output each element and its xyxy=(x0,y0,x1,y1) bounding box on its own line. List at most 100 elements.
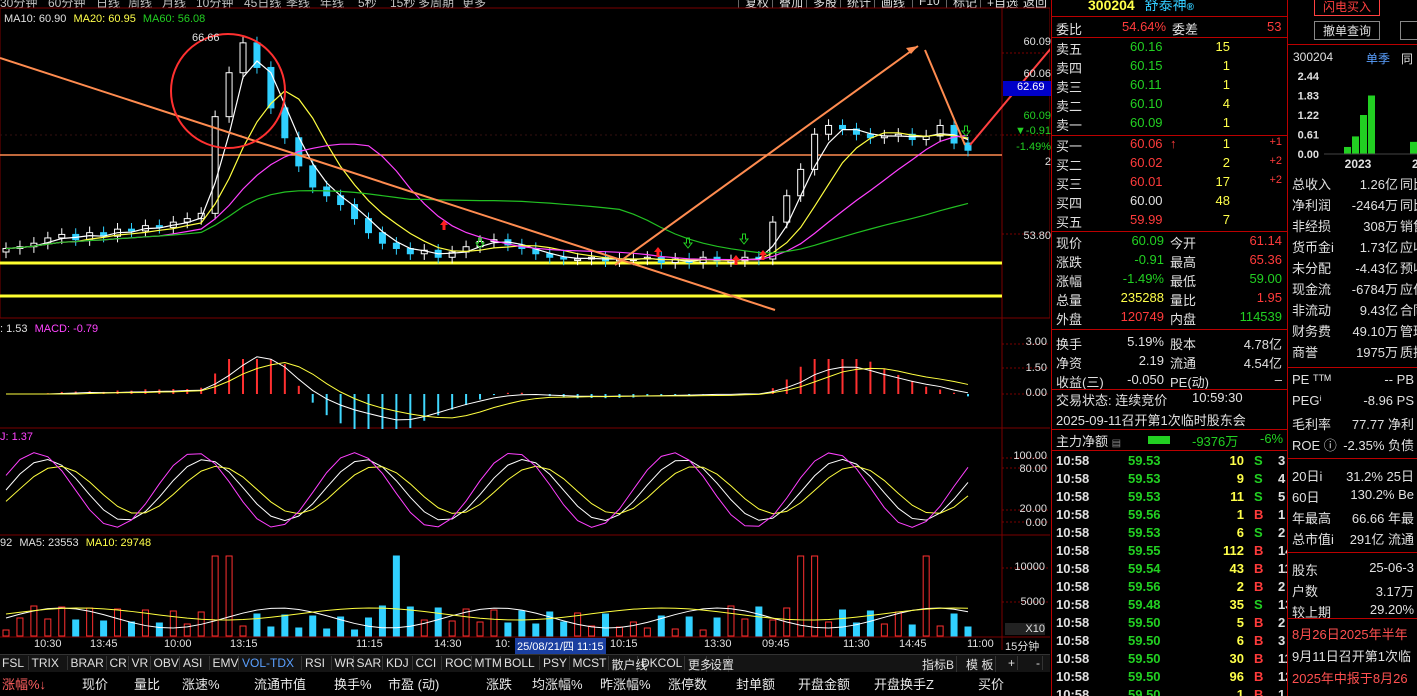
column-header-8[interactable]: 均涨幅% xyxy=(532,674,583,693)
ma60-line xyxy=(5,134,969,261)
indicator-tab-11[interactable]: SAR xyxy=(355,656,383,670)
drop-line xyxy=(924,49,966,146)
finance-y-label: 2.44 xyxy=(1298,71,1320,83)
news-item[interactable]: 9月11日召开第1次临 xyxy=(1292,646,1411,665)
weicha-label: 委差 xyxy=(1172,22,1199,37)
volume-bar xyxy=(727,605,735,637)
volume-bar xyxy=(183,623,191,637)
buy-row-2[interactable]: 买二 60.02 2 +2 xyxy=(1052,155,1284,174)
indicator-tab-2[interactable]: BRAR xyxy=(69,656,107,670)
tick-time: 10:58 xyxy=(1056,615,1090,630)
indicator-right-3[interactable]: - xyxy=(1034,656,1043,670)
time-axis-label: 09:45 xyxy=(762,638,790,650)
indicator-tab-3[interactable]: CR xyxy=(108,656,129,670)
indicator-tab-8[interactable]: VOL-TDX xyxy=(240,656,302,670)
indicator-tab-5[interactable]: OBV xyxy=(152,656,180,670)
indicator-tab-16[interactable]: BOLL xyxy=(502,656,540,670)
column-header-11[interactable]: 封单额 xyxy=(736,674,775,693)
volume-bar xyxy=(894,611,902,637)
volume-bar xyxy=(155,622,163,637)
time-axis-label: 13:15 xyxy=(230,638,258,650)
news-item[interactable]: 2025年中报于8月26 xyxy=(1292,668,1408,687)
ma20-legend: MA20: 60.95 xyxy=(73,13,136,25)
column-header-6[interactable]: 市盈 (动) xyxy=(388,674,439,693)
tick-price: 59.55 xyxy=(1128,543,1161,558)
tick-price: 59.50 xyxy=(1128,669,1161,684)
kline-chart[interactable] xyxy=(0,0,1050,654)
kdj-legend: J: 1.37 xyxy=(0,431,33,443)
finance-label2: 60日 xyxy=(1292,490,1320,505)
finance-label: 商誉 xyxy=(1292,345,1319,360)
candle-body xyxy=(127,228,135,232)
flash-buy-button[interactable]: 闪电买入 xyxy=(1314,0,1380,16)
indicator-tab-15[interactable]: MTM xyxy=(473,656,502,670)
indicator-right-2[interactable]: + xyxy=(1006,656,1019,670)
sell-row-1[interactable]: 卖一 60.09 1 xyxy=(1052,115,1284,134)
indicator-tab-14[interactable]: ROC xyxy=(443,656,472,670)
indicator-tab-17[interactable]: PSY xyxy=(541,656,570,670)
cancel-query-button[interactable]: 撤单查询 xyxy=(1314,21,1380,40)
column-header-7[interactable]: 涨跌 xyxy=(486,674,512,693)
news-item[interactable]: 8月26日2025年半年 xyxy=(1292,624,1408,643)
sell-row-3[interactable]: 卖三 60.11 1 xyxy=(1052,77,1284,96)
quote-value: 60.09 xyxy=(1131,233,1164,248)
meeting-notice[interactable]: 2025-09-11召开第1次临时股东会 xyxy=(1056,410,1246,429)
sell-row-2[interactable]: 卖二 60.10 4 xyxy=(1052,96,1284,115)
candle-body xyxy=(783,195,791,223)
quote-label2: 量比 xyxy=(1170,293,1197,308)
indicator-tab-9[interactable]: RSI xyxy=(303,656,332,670)
column-header-13[interactable]: 开盘换手Z xyxy=(874,674,934,693)
tick-list[interactable]: 10:58 59.53 10 S 3 10:58 59.53 9 S 4 10:58 59.53 11 S… xyxy=(1052,452,1288,696)
finance-value: -4.43亿 xyxy=(1355,261,1398,276)
buy-label: 买三 xyxy=(1056,177,1083,192)
buy-row-5[interactable]: 买五 59.99 7 xyxy=(1052,212,1284,231)
candle-body xyxy=(58,233,66,239)
column-header-3[interactable]: 涨速% xyxy=(182,674,220,693)
indicator-tab-1[interactable]: TRIX xyxy=(30,656,68,670)
indicator-tab-10[interactable]: WR xyxy=(333,656,355,670)
indicator-tab-6[interactable]: ASI xyxy=(181,656,210,670)
kdj-axis-label: 20.00 xyxy=(1019,503,1047,515)
indicator-tab-0[interactable]: FSL xyxy=(0,656,29,670)
buy-row-4[interactable]: 买四 60.00 48 xyxy=(1052,193,1284,212)
buy-row-1[interactable]: 买一 60.06 ↑ 1 +1 xyxy=(1052,136,1284,155)
finance-value2: -- PB xyxy=(1384,372,1414,387)
indicator-tab-21[interactable]: 更多 xyxy=(686,656,712,673)
quote-value2: 4.54亿 xyxy=(1243,356,1282,371)
column-header-4[interactable]: 流通市值 xyxy=(254,674,306,693)
column-header-5[interactable]: 换手% xyxy=(334,674,372,693)
finance-extra: 管理 xyxy=(1400,324,1417,339)
indicator-tab-22[interactable]: 设置 xyxy=(708,656,734,673)
sell-price: 60.09 xyxy=(1130,115,1163,130)
indicator-tab-13[interactable]: CCI xyxy=(414,656,442,670)
column-header-9[interactable]: 昨涨幅% xyxy=(600,674,651,693)
column-header-1[interactable]: 现价 xyxy=(82,674,108,693)
time-axis-label: 11:30 xyxy=(843,638,870,650)
k-line xyxy=(5,458,969,522)
tick-price: 59.50 xyxy=(1128,633,1161,648)
finance-value: -2464万 xyxy=(1351,198,1398,213)
tab-quarter[interactable]: 单季 xyxy=(1366,50,1390,67)
indicator-tab-12[interactable]: KDJ xyxy=(384,656,413,670)
indicator-right-0[interactable]: 指标B xyxy=(920,656,958,673)
indicator-tab-20[interactable]: DKCOL xyxy=(639,656,685,670)
tick-volume: 9 xyxy=(1236,471,1244,486)
column-header-0[interactable]: 涨幅%↓ xyxy=(2,674,46,693)
indicator-tab-4[interactable]: VR xyxy=(130,656,151,670)
tick-price: 59.54 xyxy=(1128,561,1161,576)
sell-row-4[interactable]: 卖四 60.15 1 xyxy=(1052,58,1284,77)
indicator-tab-19[interactable]: 散户线 xyxy=(610,656,648,673)
tick-price: 59.50 xyxy=(1128,615,1161,630)
tick-price: 59.48 xyxy=(1128,597,1161,612)
volume-bar xyxy=(448,620,456,637)
buy-row-3[interactable]: 买三 60.01 17 +2 xyxy=(1052,174,1284,193)
sell-row-5[interactable]: 卖五 60.16 15 xyxy=(1052,39,1284,58)
column-header-2[interactable]: 量比 xyxy=(134,674,160,693)
indicator-right-1[interactable]: 模 板 xyxy=(964,656,997,673)
tab-yoy[interactable]: 同 xyxy=(1401,50,1413,67)
column-header-12[interactable]: 开盘金额 xyxy=(798,674,850,693)
column-header-14[interactable]: 买价 xyxy=(978,674,1004,693)
indicator-tab-7[interactable]: EMV xyxy=(211,656,239,670)
column-header-10[interactable]: 涨停数 xyxy=(668,674,707,693)
indicator-tab-18[interactable]: MCST xyxy=(571,656,609,670)
